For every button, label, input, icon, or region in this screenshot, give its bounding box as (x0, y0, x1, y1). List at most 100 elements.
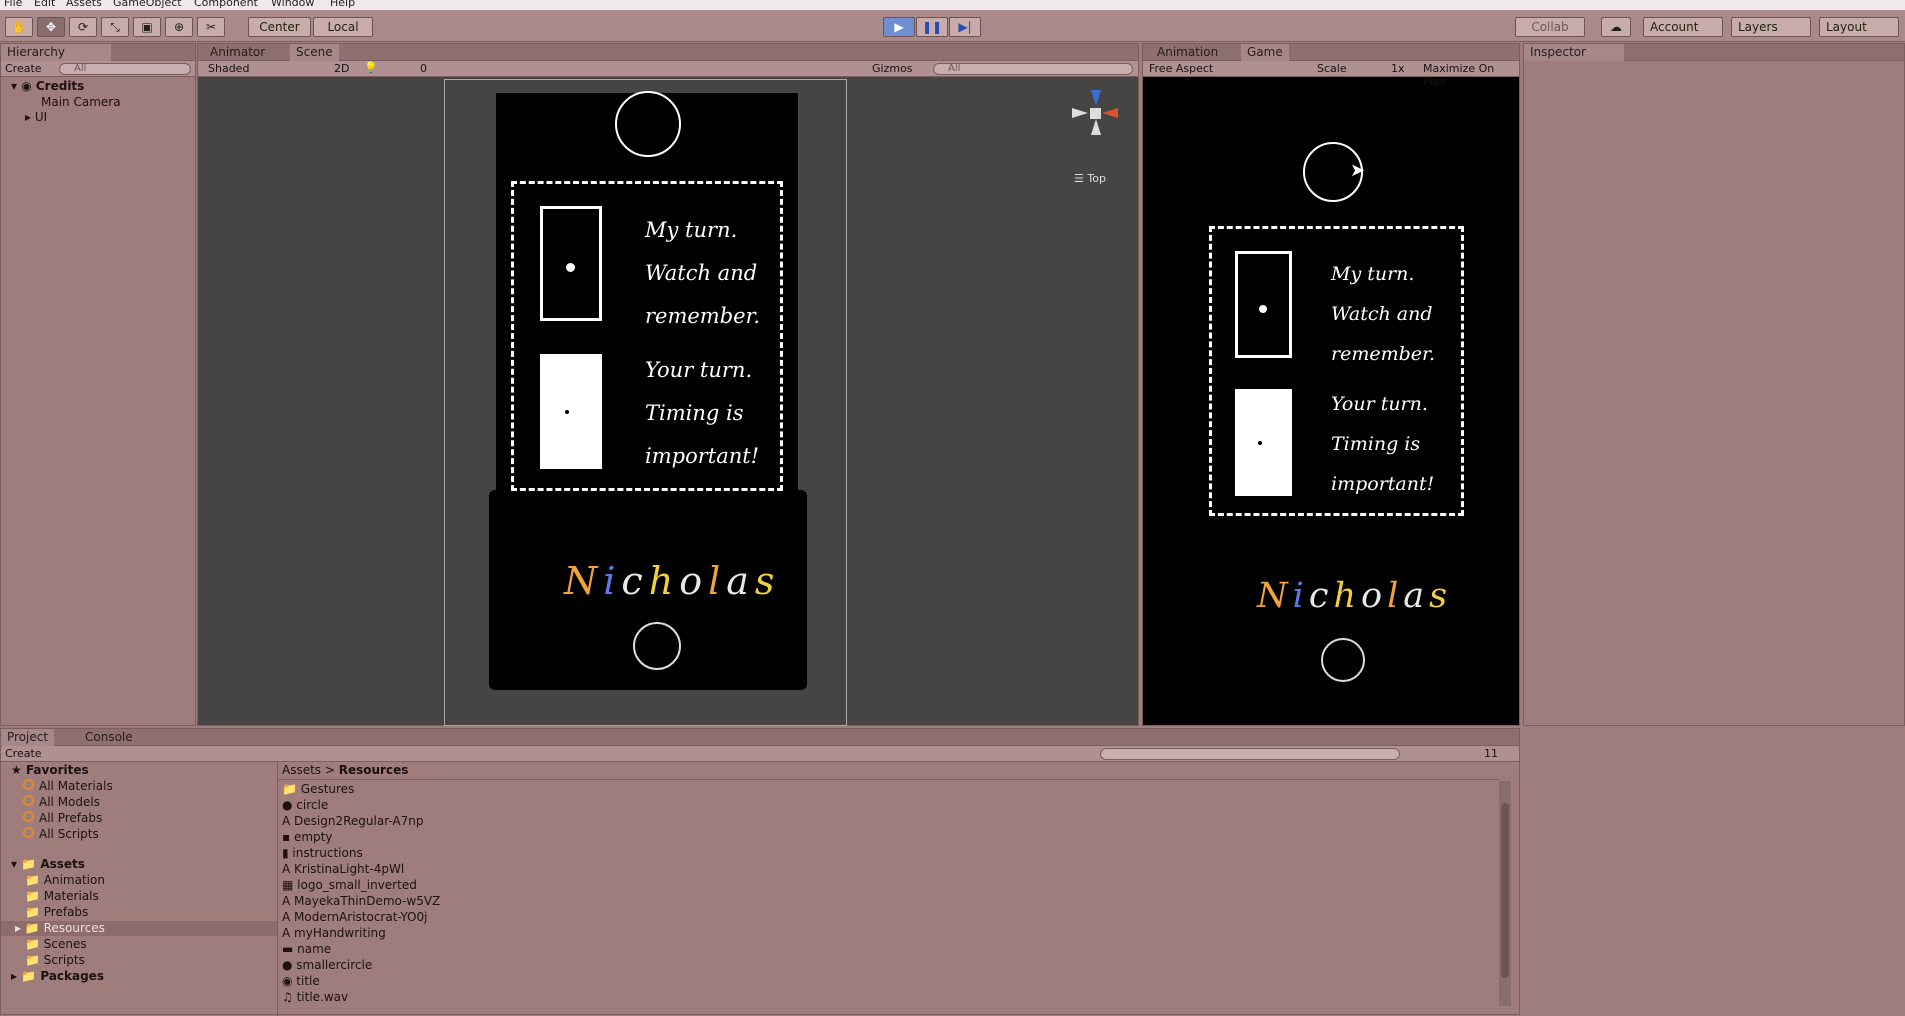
text-line: My turn. (645, 218, 738, 242)
hierarchy-panel: Hierarchy Create All ▾ ◉ Credits Main Ca… (0, 43, 196, 726)
fx-count[interactable]: 0 (420, 62, 427, 75)
light-icon[interactable]: 💡 (364, 61, 378, 74)
aspect-dropdown[interactable]: Free Aspect (1149, 62, 1213, 75)
tab-inspector[interactable]: Inspector (1524, 44, 1624, 61)
gizmos-dropdown[interactable]: Gizmos (872, 62, 913, 75)
tab-project[interactable]: Project (1, 729, 55, 746)
breadcrumb-assets[interactable]: Assets (282, 763, 321, 777)
project-search-input[interactable] (1100, 748, 1400, 760)
favorite-item[interactable]: All Materials (23, 779, 113, 793)
pivot-local-button[interactable]: Local (313, 17, 373, 37)
file-type-icon: A (282, 910, 295, 924)
scale-tool-icon[interactable]: ⤡ (101, 17, 129, 37)
hierarchy-tab-row: Hierarchy (1, 44, 195, 61)
orientation-label: ☰ Top (1074, 172, 1106, 185)
file-item[interactable]: A KristinaLight-4pWl (282, 862, 404, 876)
name-letter: o (1360, 576, 1388, 616)
game-subbar: Free Aspect Scale 1x Maximize On Play (1143, 61, 1519, 88)
hand-tool-icon[interactable]: ✋ (5, 17, 33, 37)
asset-folder[interactable]: 📁 Prefabs (25, 905, 88, 919)
rect-tool-icon[interactable]: ▣ (133, 17, 161, 37)
asset-folder-selected[interactable]: ▸ 📁 Resources (1, 921, 277, 936)
scene-root-credits[interactable]: ▾ ◉ Credits (11, 79, 84, 93)
menu-bar: File Edit Assets GameObject Component Wi… (0, 0, 1905, 10)
pivot-center-label: Center (259, 20, 300, 34)
hierarchy-item-label: UI (34, 110, 48, 124)
file-label: Gestures (300, 782, 355, 796)
pause-button[interactable]: ❚❚ (916, 17, 948, 37)
file-item[interactable]: ● smallercircle (282, 958, 372, 972)
menu-window[interactable]: Window (271, 0, 314, 9)
file-item[interactable]: A ModernAristocrat-YO0j (282, 910, 427, 924)
layout-dropdown[interactable]: Layout (1819, 17, 1899, 37)
menu-file[interactable]: File (4, 0, 22, 9)
rotate-tool-icon[interactable]: ⟳ (69, 17, 97, 37)
favorite-item[interactable]: All Models (23, 795, 100, 809)
pivot-center-button[interactable]: Center (248, 17, 311, 37)
file-item[interactable]: ● circle (282, 798, 328, 812)
shading-dropdown[interactable]: Shaded (208, 62, 249, 75)
asset-folder[interactable]: 📁 Animation (25, 873, 105, 887)
file-label: circle (296, 798, 329, 812)
file-item[interactable]: A Design2Regular-A7np (282, 814, 424, 828)
play-button[interactable]: ▶ (883, 17, 915, 37)
tab-animation[interactable]: Animation (1151, 44, 1224, 61)
name-letter: c (1308, 576, 1334, 616)
file-item[interactable]: ▪ empty (282, 830, 332, 844)
text-line: Timing is (1331, 433, 1421, 455)
hierarchy-item-main-camera[interactable]: Main Camera (41, 95, 121, 109)
scale-label: Scale (1317, 62, 1347, 75)
favorite-item[interactable]: All Prefabs (23, 811, 102, 825)
cloud-icon[interactable]: ☁ (1601, 17, 1631, 37)
tab-scene[interactable]: Scene (290, 44, 339, 61)
menu-gameobject[interactable]: GameObject (113, 0, 182, 9)
file-item[interactable]: ♫ title.wav (282, 990, 348, 1004)
favorite-item[interactable]: All Scripts (23, 827, 99, 841)
file-item[interactable]: ▮ instructions (282, 846, 363, 860)
file-type-icon: ● (282, 958, 297, 972)
menu-assets[interactable]: Assets (66, 0, 102, 9)
tab-game[interactable]: Game (1241, 44, 1289, 61)
menu-help[interactable]: Help (330, 0, 355, 9)
favorite-label: All Models (39, 795, 100, 809)
hierarchy-create-button[interactable]: Create (5, 62, 42, 75)
layers-dropdown[interactable]: Layers (1731, 17, 1811, 37)
file-type-icon: 📁 (282, 782, 301, 796)
tab-animator[interactable]: Animator (204, 44, 271, 61)
account-dropdown[interactable]: Account (1643, 17, 1723, 37)
breadcrumb-resources[interactable]: Resources (339, 763, 409, 777)
transform-tool-icon[interactable]: ⊕ (165, 17, 193, 37)
file-item[interactable]: ▦ logo_small_inverted (282, 878, 417, 892)
asset-folder[interactable]: 📁 Materials (25, 889, 99, 903)
file-list-scrollbar[interactable] (1499, 781, 1511, 1006)
asset-folder[interactable]: 📁 Scenes (25, 937, 87, 951)
file-item[interactable]: A myHandwriting (282, 926, 386, 940)
custom-tool-icon[interactable]: ✂ (197, 17, 225, 37)
file-item[interactable]: A MayekaThinDemo-w5VZ (282, 894, 440, 908)
file-item[interactable]: ▬ name (282, 942, 331, 956)
menu-component[interactable]: Component (194, 0, 258, 9)
favorites-header[interactable]: ★ Favorites (11, 763, 89, 777)
collab-button[interactable]: Collab (1515, 17, 1585, 37)
file-item[interactable]: 📁 Gestures (282, 782, 354, 796)
tab-hierarchy[interactable]: Hierarchy (1, 44, 111, 61)
step-button[interactable]: ▶| (949, 17, 981, 37)
move-tool-icon[interactable]: ✥ (37, 17, 65, 37)
scene-search-input[interactable]: All (933, 63, 1133, 75)
scrollbar-thumb[interactable] (1501, 803, 1509, 978)
assets-header[interactable]: ▾ 📁 Assets (11, 857, 85, 871)
folder-label: Materials (43, 889, 99, 903)
account-label: Account (1650, 20, 1699, 34)
project-create-button[interactable]: Create (5, 747, 42, 760)
hierarchy-search-input[interactable]: All (59, 63, 191, 75)
text-line: Timing is (645, 401, 744, 425)
maximize-on-play-toggle[interactable]: Maximize On Play (1423, 62, 1519, 88)
file-item[interactable]: ◉ title (282, 974, 320, 988)
tab-console[interactable]: Console (79, 729, 139, 746)
asset-folder[interactable]: 📁 Scripts (25, 953, 85, 967)
packages-header[interactable]: ▸ 📁 Packages (11, 969, 104, 983)
menu-edit[interactable]: Edit (34, 0, 55, 9)
2d-toggle[interactable]: 2D (334, 62, 349, 75)
orientation-gizmo-icon[interactable] (1064, 84, 1124, 144)
hierarchy-item-ui[interactable]: ▸ UI (25, 110, 47, 124)
